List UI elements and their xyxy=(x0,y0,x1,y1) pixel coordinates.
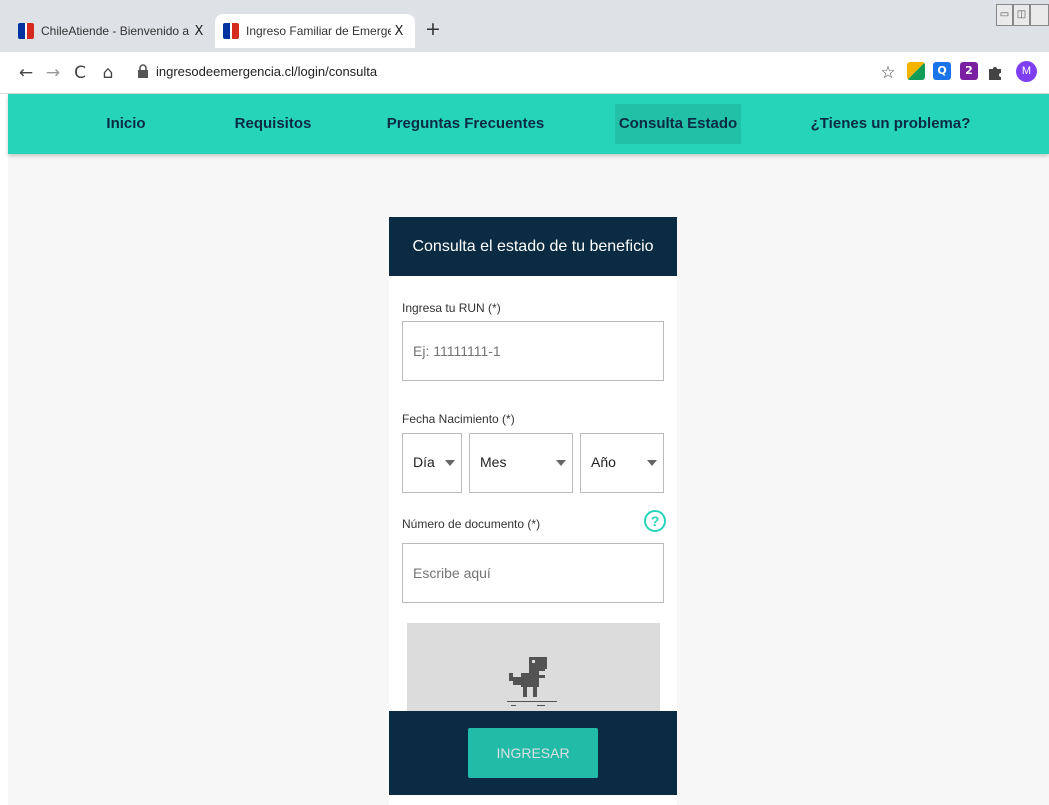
chevron-down-icon xyxy=(647,460,657,466)
day-select-value: Día xyxy=(413,454,435,470)
puzzle-icon[interactable] xyxy=(987,63,1004,80)
reload-icon[interactable]: C xyxy=(68,62,92,84)
left-border xyxy=(0,94,8,805)
minimize-icon[interactable]: ▭ xyxy=(996,4,1013,26)
ext-2-icon[interactable]: 2 xyxy=(960,62,978,80)
document-number-label: Número de documento (*) xyxy=(402,517,541,531)
new-tab-button[interactable]: + xyxy=(420,16,446,42)
nav-item-preguntas-frecuentes[interactable]: Preguntas Frecuentes xyxy=(383,104,548,144)
tab-chileatiende[interactable]: ChileAtiende - Bienvenido a Chile X xyxy=(10,14,215,48)
tab-title: ChileAtiende - Bienvenido a Chile xyxy=(41,24,191,38)
submit-button[interactable]: INGRESAR xyxy=(468,728,598,778)
chevron-down-icon xyxy=(445,460,455,466)
month-select[interactable]: Mes xyxy=(469,433,573,493)
month-select-value: Mes xyxy=(480,454,507,470)
home-icon[interactable]: ⌂ xyxy=(96,62,120,84)
card-title: Consulta el estado de tu beneficio xyxy=(389,217,677,276)
chevron-down-icon xyxy=(556,460,566,466)
nav-item-inicio[interactable]: Inicio xyxy=(86,104,166,144)
bookmark-star-icon[interactable]: ☆ xyxy=(876,62,900,84)
document-number-input[interactable] xyxy=(402,543,664,603)
run-input[interactable] xyxy=(402,321,664,381)
ext-q-icon[interactable]: Q xyxy=(933,62,951,80)
restore-icon[interactable]: ◫ xyxy=(1013,4,1030,26)
nav-item-tienes-un-problema[interactable]: ¿Tienes un problema? xyxy=(803,104,978,144)
close-icon[interactable]: X xyxy=(191,24,207,39)
help-icon[interactable]: ? xyxy=(644,510,666,532)
address-bar[interactable]: ingresodeemergencia.cl/login/consulta xyxy=(156,64,377,79)
run-label: Ingresa tu RUN (*) xyxy=(402,301,501,315)
close-icon[interactable]: X xyxy=(391,24,407,39)
ext-colorful-icon[interactable] xyxy=(907,62,925,80)
captcha-frame[interactable] xyxy=(407,623,660,723)
nav-item-consulta-estado[interactable]: Consulta Estado xyxy=(615,104,741,144)
day-select[interactable]: Día xyxy=(402,433,462,493)
birth-date-label: Fecha Nacimiento (*) xyxy=(402,412,515,426)
nav-item-requisitos[interactable]: Requisitos xyxy=(218,104,328,144)
browser-tab-bar: ChileAtiende - Bienvenido a Chile X Ingr… xyxy=(0,0,1049,52)
site-nav: Inicio Requisitos Preguntas Frecuentes C… xyxy=(8,94,1049,154)
close-window-icon[interactable] xyxy=(1030,4,1049,26)
year-select[interactable]: Año xyxy=(580,433,664,493)
tab-ingreso-familiar[interactable]: Ingreso Familiar de Emergencia - X xyxy=(215,14,415,48)
year-select-value: Año xyxy=(591,454,616,470)
chile-flag-icon xyxy=(18,23,34,39)
lock-icon xyxy=(138,64,148,78)
chile-flag-icon xyxy=(223,23,239,39)
tab-title: Ingreso Familiar de Emergencia - xyxy=(246,24,391,38)
avatar[interactable]: M xyxy=(1016,61,1037,82)
dinosaur-icon xyxy=(507,657,557,706)
back-icon[interactable]: ← xyxy=(14,62,38,84)
forward-icon[interactable]: → xyxy=(41,62,65,84)
